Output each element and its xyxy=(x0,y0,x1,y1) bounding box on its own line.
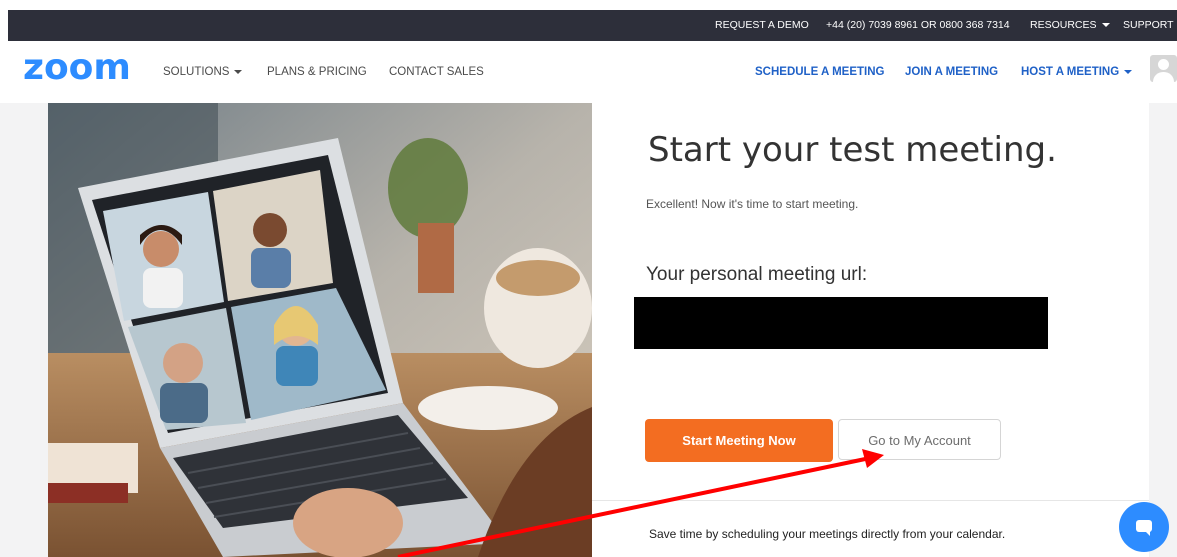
resources-menu[interactable]: RESOURCES xyxy=(1030,10,1110,41)
redacted-meeting-url xyxy=(634,297,1048,349)
phone-number: +44 (20) 7039 8961 OR 0800 368 7314 xyxy=(826,19,1010,31)
contact-sales-link[interactable]: CONTACT SALES xyxy=(389,41,484,103)
user-avatar-icon[interactable] xyxy=(1150,55,1177,82)
host-meeting-menu[interactable]: HOST A MEETING xyxy=(1021,41,1133,103)
main-navbar: zoom SOLUTIONS PLANS & PRICING CONTACT S… xyxy=(0,41,1177,103)
hero-photo xyxy=(48,103,592,557)
page-margin-right xyxy=(1149,103,1177,557)
calendar-note: Save time by scheduling your meetings di… xyxy=(649,527,1006,541)
plans-pricing-link[interactable]: PLANS & PRICING xyxy=(267,41,367,103)
schedule-meeting-link[interactable]: SCHEDULE A MEETING xyxy=(755,41,885,103)
join-meeting-link[interactable]: JOIN A MEETING xyxy=(905,41,998,103)
start-meeting-button[interactable]: Start Meeting Now xyxy=(645,419,833,462)
resources-label: RESOURCES xyxy=(1030,19,1097,31)
page-subtitle: Excellent! Now it's time to start meetin… xyxy=(646,197,859,211)
page-margin-left xyxy=(0,103,48,557)
chevron-down-icon xyxy=(1124,69,1133,74)
chat-bubble-icon[interactable] xyxy=(1119,502,1169,552)
support-link[interactable]: SUPPORT xyxy=(1123,10,1174,41)
go-to-account-button[interactable]: Go to My Account xyxy=(838,419,1001,460)
chevron-down-icon xyxy=(1101,23,1110,28)
request-demo-link[interactable]: REQUEST A DEMO xyxy=(715,10,809,41)
solutions-menu[interactable]: SOLUTIONS xyxy=(163,41,243,103)
chevron-down-icon xyxy=(234,69,243,74)
utility-bar: REQUEST A DEMO +44 (20) 7039 8961 OR 080… xyxy=(8,10,1177,41)
laptop-video-call-illustration xyxy=(48,103,592,557)
host-meeting-label: HOST A MEETING xyxy=(1021,66,1120,78)
section-divider xyxy=(592,500,1149,501)
solutions-label: SOLUTIONS xyxy=(163,66,230,78)
page-title: Start your test meeting. xyxy=(648,130,1057,170)
meeting-url-label: Your personal meeting url: xyxy=(646,264,868,285)
zoom-logo[interactable]: zoom xyxy=(23,47,131,88)
